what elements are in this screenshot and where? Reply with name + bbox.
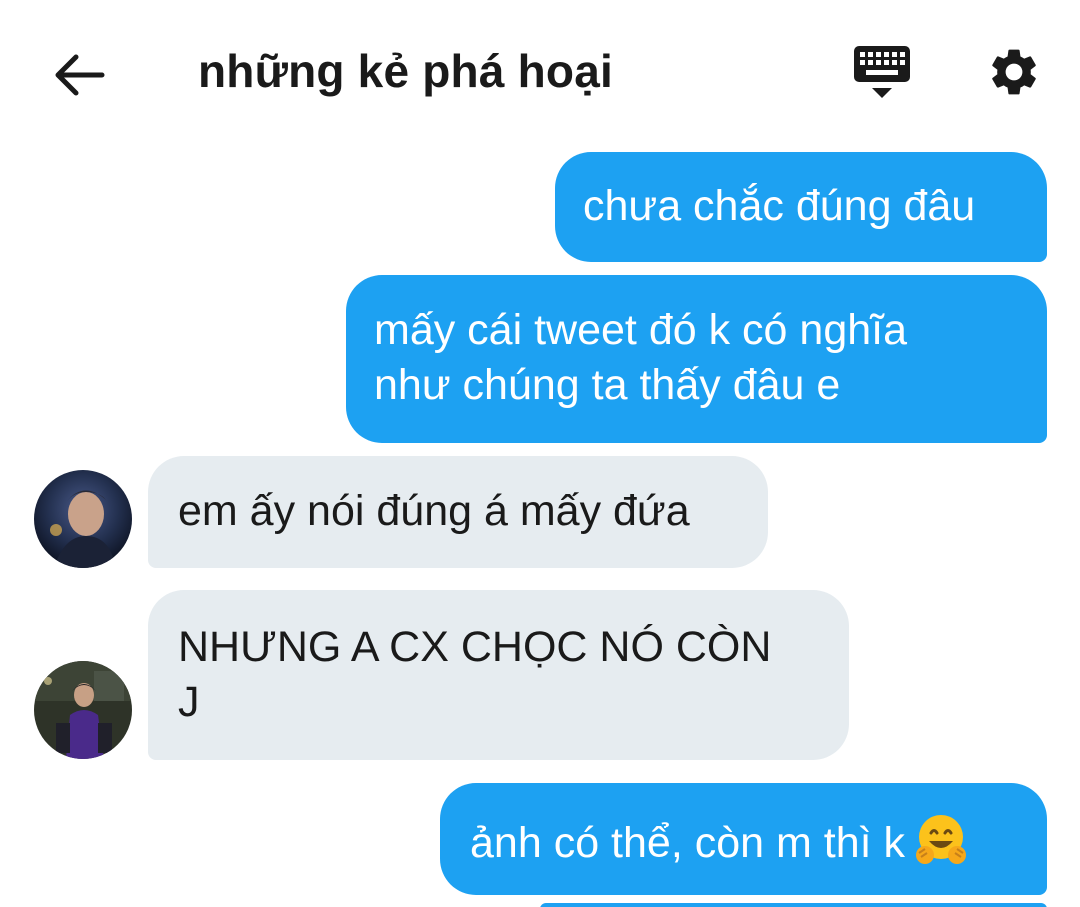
incoming-message[interactable]: em ấy nói đúng á mấy đứa — [148, 456, 768, 568]
hugging-face-icon — [913, 811, 969, 881]
back-button[interactable] — [44, 40, 114, 110]
message-text: chưa chắc đúng đâu — [583, 182, 976, 230]
keyboard-icon — [854, 46, 910, 98]
chat-header: những kẻ phá hoại — [0, 0, 1080, 150]
message-text: em ấy nói đúng á mấy đứa — [178, 487, 690, 535]
settings-button[interactable] — [980, 38, 1048, 106]
incoming-message[interactable]: NHƯNG A CX CHỌC NÓ CÒN J — [148, 590, 849, 760]
chat-screen: những kẻ phá hoại chưa chắc đúng đâu mấy… — [0, 0, 1080, 907]
avatar-icon — [34, 470, 132, 568]
avatar-icon — [34, 661, 132, 759]
outgoing-message[interactable]: mấy cái tweet đó k có nghĩa như chúng ta… — [346, 275, 1047, 443]
avatar[interactable] — [34, 661, 132, 759]
partial-outgoing-message — [540, 903, 1047, 907]
keyboard-button[interactable] — [846, 40, 918, 108]
message-text: mấy cái tweet đó k có nghĩa — [374, 306, 908, 354]
message-text: ảnh có thể, còn m thì k — [470, 819, 906, 867]
message-text: NHƯNG A CX CHỌC NÓ CÒN — [178, 623, 772, 671]
avatar[interactable] — [34, 470, 132, 568]
message-text: như chúng ta thấy đâu e — [374, 361, 841, 409]
gear-icon — [992, 49, 1036, 95]
conversation-title: những kẻ phá hoại — [198, 45, 613, 97]
message-text: J — [178, 678, 200, 726]
arrow-left-icon — [55, 54, 105, 96]
outgoing-message[interactable]: chưa chắc đúng đâu — [555, 152, 1047, 262]
outgoing-message[interactable]: ảnh có thể, còn m thì k — [440, 783, 1047, 895]
